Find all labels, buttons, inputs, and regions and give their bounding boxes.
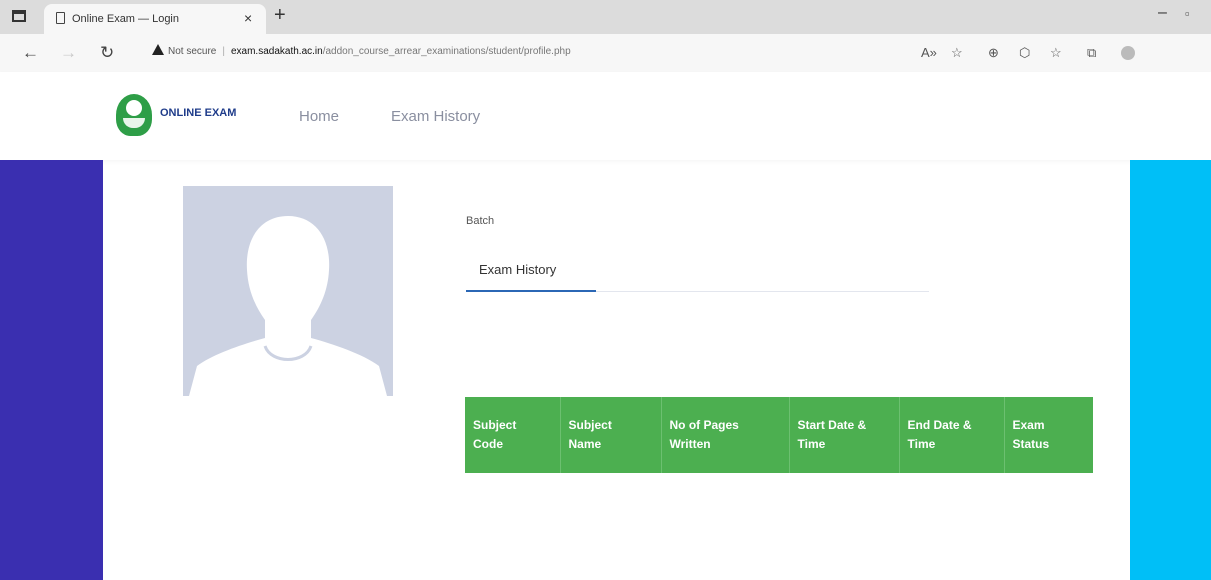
column-header-pages-written: No of Pages Written xyxy=(661,397,790,473)
restore-icon[interactable]: ▫ xyxy=(1185,6,1190,21)
nav-exam-history-link[interactable]: Exam History xyxy=(391,108,480,125)
favorite-add-icon[interactable]: ☆ xyxy=(951,45,963,61)
url-field[interactable]: Not secure | exam.sadakath.ac.in/addon_cou… xyxy=(152,41,712,63)
minimize-icon[interactable]: – xyxy=(1158,4,1167,22)
logo-text: ONLINE EXAM xyxy=(160,107,237,119)
browser-tab[interactable]: Online Exam — Login × xyxy=(44,4,266,34)
column-header-subject-code: Subject Code xyxy=(465,397,561,473)
tab-exam-history-label: Exam History xyxy=(479,262,557,277)
left-decorative-band xyxy=(0,160,103,580)
tab-close-icon[interactable]: × xyxy=(244,10,252,26)
right-decorative-band xyxy=(1130,160,1211,580)
url-separator: | xyxy=(222,46,225,57)
column-header-end-date-time: End Date & Time xyxy=(899,397,1005,473)
collections-icon[interactable]: ⧉ xyxy=(1087,45,1096,61)
forward-icon[interactable]: → xyxy=(60,43,77,63)
extensions-icon[interactable]: ⬡ xyxy=(1019,45,1030,61)
profile-tabs: Exam History xyxy=(466,250,929,292)
back-icon[interactable]: ← xyxy=(22,43,39,63)
browser-addressbar: ← → ↻ Not secure | exam.sadakath.ac.in/add… xyxy=(0,34,1211,73)
exam-history-table: Subject Code Subject Name No of Pages Writt… xyxy=(465,397,1093,473)
logo-mark-icon xyxy=(116,94,152,136)
profile-icon[interactable] xyxy=(1121,46,1135,60)
site-header: ONLINE EXAM Home Exam History xyxy=(0,72,1211,160)
url-host: exam.sadakath.ac.in xyxy=(230,46,323,57)
browser-tabbar: Online Exam — Login × + – ▫ xyxy=(0,0,1211,34)
table-header-row: Subject Code Subject Name No of Pages Writt… xyxy=(465,397,1093,473)
reload-icon[interactable]: ↻ xyxy=(100,43,114,63)
tab-exam-history[interactable]: Exam History xyxy=(466,250,596,292)
favorites-icon[interactable]: ☆ xyxy=(1050,45,1062,61)
read-aloud-icon[interactable]: A» xyxy=(921,45,937,60)
column-header-exam-status: Exam Status xyxy=(1012,418,1050,451)
column-header-subject-name: Subject Name xyxy=(560,397,662,473)
profile-avatar xyxy=(183,186,393,396)
url-path: /addon_course_arrear_examinations/studen… xyxy=(322,46,571,57)
nav-home-link[interactable]: Home xyxy=(299,108,339,125)
page-icon xyxy=(56,12,65,24)
extension-icon[interactable]: ⊕ xyxy=(988,45,999,61)
tab-title: Online Exam — Login xyxy=(72,13,179,25)
column-header-start-date-time: Start Date & Time xyxy=(789,397,900,473)
window-menu-icon[interactable] xyxy=(12,10,26,22)
security-label: Not secure xyxy=(168,46,217,57)
batch-label: Batch xyxy=(466,215,495,227)
person-silhouette-icon xyxy=(183,186,393,396)
new-tab-icon[interactable]: + xyxy=(274,4,286,27)
warning-icon xyxy=(152,44,164,55)
